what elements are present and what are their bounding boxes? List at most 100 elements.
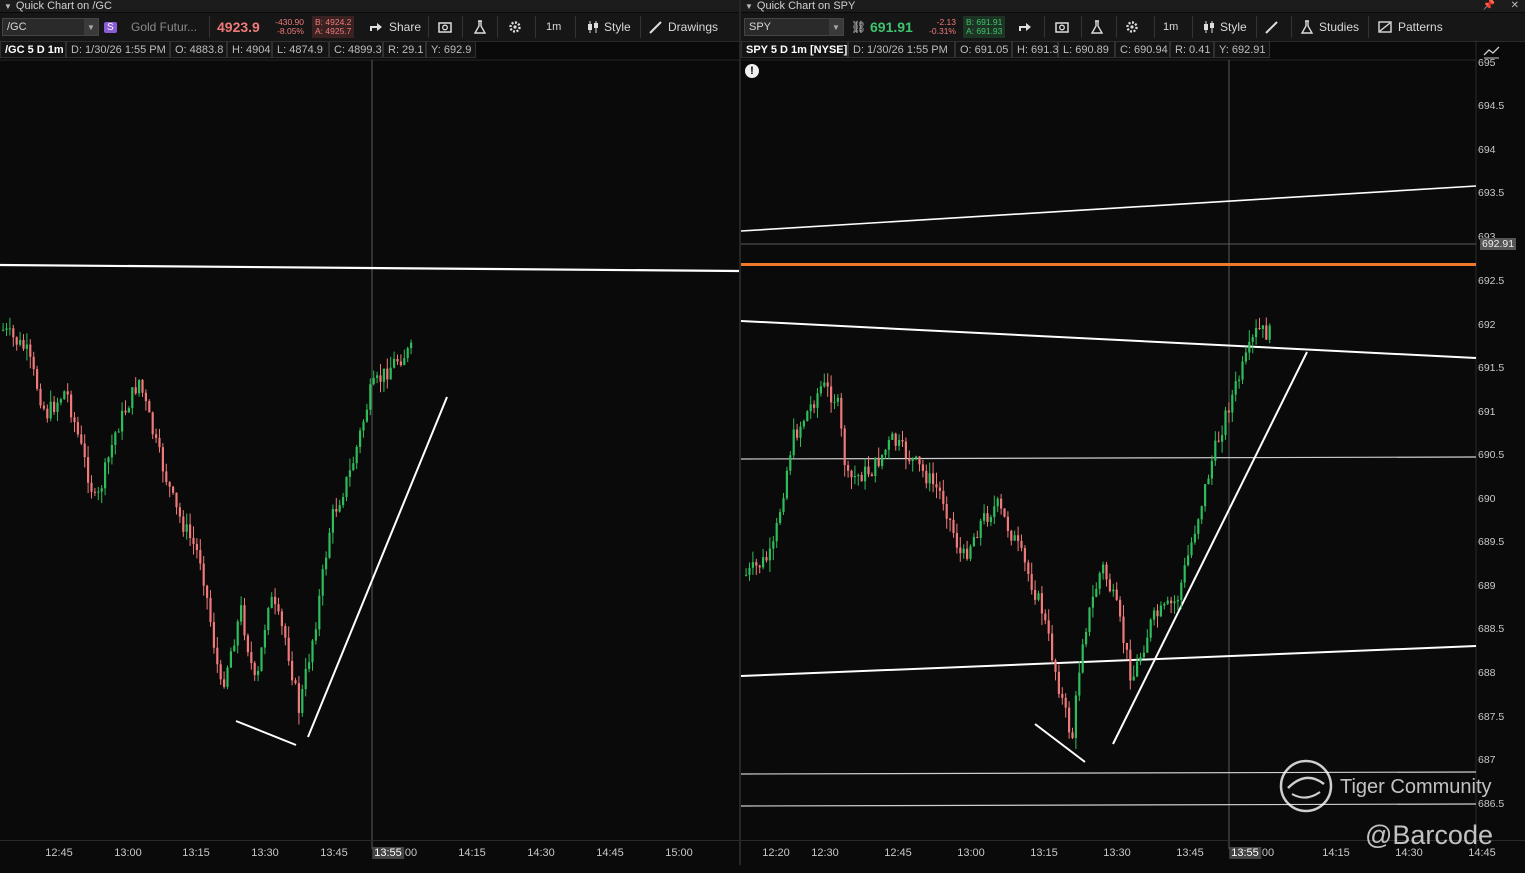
- candle-body: [396, 358, 399, 362]
- candle-body: [881, 454, 884, 467]
- candle-body: [355, 446, 358, 464]
- trendline-low[interactable]: [235, 720, 297, 746]
- candle-body: [1044, 613, 1047, 621]
- candle-body: [63, 391, 66, 400]
- candle-body: [53, 401, 56, 412]
- candle-body: [996, 498, 999, 507]
- candle-body: [1030, 573, 1033, 590]
- candle-body: [1204, 484, 1207, 507]
- gc-price-chart[interactable]: [0, 0, 739, 873]
- candle-body: [267, 608, 270, 631]
- candle-body: [311, 640, 314, 663]
- candle-body: [751, 562, 754, 568]
- candle-body: [410, 342, 413, 349]
- time-label: 14:30: [527, 847, 555, 859]
- candle-body: [1003, 508, 1006, 517]
- candle-body: [928, 473, 931, 484]
- price-label: 693.5: [1478, 187, 1505, 199]
- candle-body: [874, 457, 877, 477]
- candle-body: [12, 328, 15, 338]
- candle-body: [1098, 573, 1101, 589]
- candle-body: [932, 473, 935, 485]
- candle-body: [816, 393, 819, 408]
- candle-body: [979, 520, 982, 538]
- trendline-rising[interactable]: [307, 396, 448, 738]
- candle-body: [949, 518, 952, 520]
- spy-chart-pane: ▼ Quick Chart on SPY 📌 ✕ SPY ▼ ⛓ 691.91 -…: [741, 0, 1525, 873]
- candle-body: [141, 379, 144, 393]
- candle-body: [42, 405, 45, 409]
- candle-body: [338, 505, 341, 512]
- candle-body: [884, 449, 887, 455]
- candle-body: [83, 443, 86, 458]
- trendline-low[interactable]: [1034, 723, 1086, 763]
- candle-body: [1244, 352, 1247, 362]
- candle-body: [870, 474, 873, 477]
- candle-body: [836, 397, 839, 402]
- time-label: 12:20: [762, 847, 790, 859]
- candle-body: [1251, 337, 1254, 342]
- candle-body: [226, 667, 229, 687]
- candle-body: [138, 379, 141, 394]
- candle-body: [399, 361, 402, 366]
- candle-body: [1265, 325, 1268, 340]
- candle-body: [1013, 535, 1016, 541]
- candle-body: [1129, 649, 1132, 681]
- candle-body: [952, 519, 955, 534]
- candle-body: [73, 417, 76, 423]
- candle-body: [1105, 564, 1108, 580]
- candle-body: [110, 444, 113, 458]
- descending-trendline[interactable]: [741, 320, 1477, 359]
- time-label: 00: [404, 847, 418, 859]
- candle-body: [745, 574, 748, 576]
- candle-body: [93, 491, 96, 493]
- candle-body: [1210, 460, 1213, 479]
- candle-body: [1081, 644, 1084, 673]
- candle-body: [2, 329, 5, 331]
- candle-body: [823, 382, 826, 387]
- candle-body: [983, 513, 986, 521]
- candle-body: [70, 394, 73, 418]
- trendline-rising[interactable]: [1112, 351, 1308, 745]
- candle-body: [908, 458, 911, 462]
- horizontal-level-line[interactable]: [741, 456, 1477, 460]
- candle-body: [1139, 657, 1142, 662]
- candle-body: [359, 430, 362, 447]
- candle-body: [406, 348, 409, 359]
- candle-body: [1231, 394, 1234, 413]
- candle-body: [104, 462, 107, 489]
- candle-body: [46, 408, 49, 419]
- candle-body: [331, 509, 334, 533]
- candle-body: [389, 367, 392, 380]
- candle-body: [1176, 599, 1179, 602]
- horizontal-level-line[interactable]: [741, 803, 1477, 807]
- channel-lower-line[interactable]: [741, 645, 1477, 677]
- time-label: 13:15: [182, 847, 210, 859]
- candle-body: [22, 340, 25, 349]
- candle-body: [372, 377, 375, 385]
- candle-body: [236, 621, 239, 646]
- time-label: 13:45: [320, 847, 348, 859]
- candle-body: [785, 470, 788, 499]
- spy-price-chart[interactable]: [741, 0, 1525, 873]
- candle-body: [799, 426, 802, 438]
- candle-body: [942, 490, 945, 505]
- candle-body: [369, 384, 372, 410]
- candle-body: [29, 344, 32, 357]
- price-label: 691: [1478, 406, 1496, 418]
- candle-body: [1166, 600, 1169, 604]
- candle-body: [796, 429, 799, 438]
- channel-upper-line[interactable]: [741, 185, 1477, 232]
- price-label: 689: [1478, 580, 1496, 592]
- candle-body: [989, 517, 992, 522]
- candle-body: [830, 386, 833, 403]
- candle-body: [175, 492, 178, 508]
- horizontal-level-line[interactable]: [741, 771, 1477, 775]
- candle-body: [277, 604, 280, 612]
- candle-body: [1227, 410, 1230, 413]
- candle-body: [1091, 596, 1094, 608]
- trendline-horizontal[interactable]: [0, 263, 739, 273]
- price-label: 689.5: [1478, 536, 1505, 548]
- candle-body: [1142, 652, 1145, 658]
- candle-body: [1017, 535, 1020, 541]
